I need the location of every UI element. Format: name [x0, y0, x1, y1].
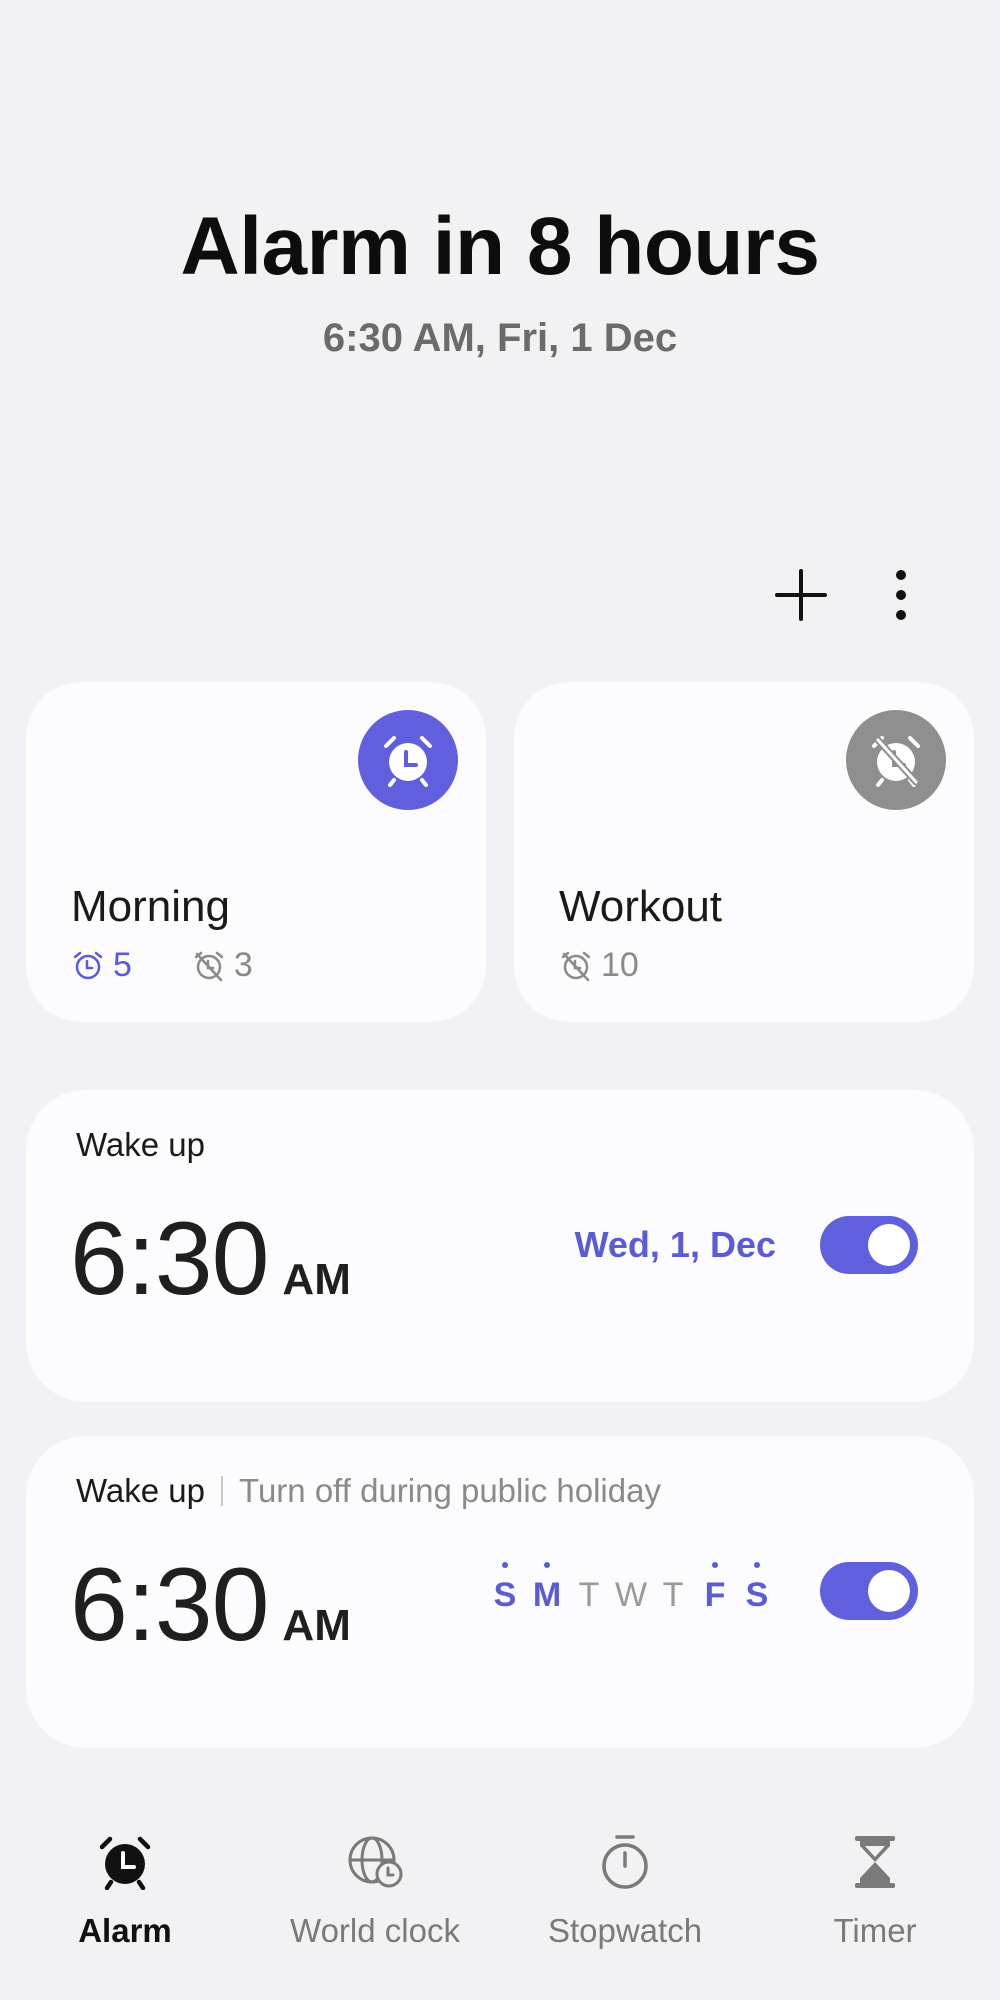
alarm-card[interactable]: Wake up 6:30 AM Wed, 1, Dec	[26, 1090, 974, 1402]
alarm-toggle[interactable]	[820, 1216, 918, 1274]
nav-label: World clock	[290, 1912, 460, 1949]
active-alarm-count: 5	[71, 946, 132, 985]
alarm-ampm: AM	[282, 1255, 351, 1304]
nav-icon-wrap	[345, 1830, 405, 1894]
alarm-clock-icon	[99, 1836, 151, 1890]
repeat-days: S M T W T F S	[484, 1562, 778, 1615]
group-counts: 5 3	[71, 946, 313, 985]
label-divider	[221, 1476, 224, 1506]
day-thursday: T	[662, 1576, 684, 1614]
clock-app: Alarm in 8 hours 6:30 AM, Fri, 1 Dec Mor…	[0, 0, 1000, 2000]
group-name: Workout	[559, 882, 723, 931]
inactive-count-value: 3	[233, 946, 253, 984]
nav-icon-wrap	[851, 1830, 899, 1894]
alarm-card[interactable]: Wake up Turn off during public holiday 6…	[26, 1436, 974, 1748]
alarm-group-card-workout[interactable]: Workout 10	[514, 682, 974, 1022]
group-on-badge[interactable]	[358, 710, 458, 810]
alarm-off-small-icon	[194, 951, 224, 981]
alarm-off-small-icon	[561, 951, 591, 981]
group-off-badge[interactable]	[846, 710, 946, 810]
add-alarm-button[interactable]	[766, 560, 836, 630]
day-monday: M	[526, 1562, 568, 1615]
alarm-label: Wake up	[76, 1126, 206, 1163]
nav-tab-timer[interactable]: Timer	[750, 1830, 1000, 2000]
next-alarm-datetime: 6:30 AM, Fri, 1 Dec	[322, 316, 678, 360]
toggle-knob	[868, 1570, 910, 1612]
hourglass-icon	[855, 1836, 895, 1888]
day-saturday: S	[736, 1562, 778, 1615]
plus-icon	[775, 569, 827, 621]
alarm-label: Wake up	[76, 1472, 206, 1509]
group-name: Morning	[71, 882, 230, 931]
alarm-on-small-icon	[73, 951, 103, 979]
nav-tab-world-clock[interactable]: World clock	[250, 1830, 500, 2000]
nav-tab-stopwatch[interactable]: Stopwatch	[500, 1830, 750, 2000]
active-count-value: 5	[113, 946, 132, 984]
nav-label: Timer	[833, 1912, 917, 1949]
bottom-nav: Alarm World clock Stopwatch Timer	[0, 1830, 1000, 2000]
day-tuesday: T	[578, 1576, 600, 1614]
alarm-toggle[interactable]	[820, 1562, 918, 1620]
inactive-alarm-count: 10	[559, 946, 639, 985]
alarm-note: Turn off during public holiday	[239, 1472, 661, 1509]
alarm-clock-icon	[384, 736, 432, 787]
day-friday: F	[694, 1562, 736, 1615]
day-wednesday: W	[614, 1576, 648, 1614]
nav-label: Alarm	[78, 1912, 172, 1949]
alarm-off-icon	[872, 736, 920, 787]
alarm-time: 6:30 AM	[70, 1200, 351, 1319]
day-sunday: S	[484, 1562, 526, 1615]
inactive-alarm-count: 3	[192, 946, 253, 985]
alarm-label-row: Wake up Turn off during public holiday	[76, 1472, 661, 1510]
alarm-time-digits: 6:30	[70, 1201, 269, 1317]
alarm-ampm: AM	[282, 1601, 351, 1650]
alarm-date: Wed, 1, Dec	[574, 1224, 776, 1265]
more-vertical-icon	[896, 570, 906, 620]
inactive-count-value: 10	[601, 946, 639, 984]
nav-icon-wrap	[97, 1830, 153, 1894]
group-counts: 10	[559, 946, 699, 985]
alarm-group-card-morning[interactable]: Morning 5 3	[26, 682, 486, 1022]
nav-tab-alarm[interactable]: Alarm	[0, 1830, 250, 2000]
next-alarm-title: Alarm in 8 hours	[180, 201, 820, 292]
alarm-time-digits: 6:30	[70, 1547, 269, 1663]
more-options-button[interactable]	[866, 560, 936, 630]
stopwatch-icon	[602, 1835, 648, 1889]
alarm-label-row: Wake up	[76, 1126, 205, 1164]
nav-label: Stopwatch	[547, 1912, 703, 1949]
globe-clock-icon	[348, 1836, 403, 1888]
alarm-time: 6:30 AM	[70, 1546, 351, 1665]
toggle-knob	[868, 1224, 910, 1266]
nav-icon-wrap	[597, 1830, 653, 1894]
